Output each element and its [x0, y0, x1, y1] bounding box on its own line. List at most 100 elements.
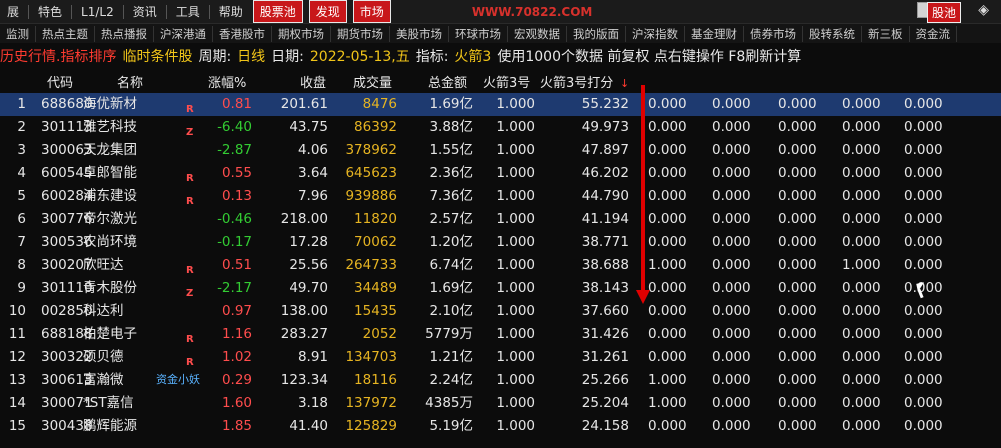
market-tab[interactable]: 沪深港通: [154, 25, 213, 42]
red-arrow-annotation: [641, 85, 645, 299]
extra-column-value: 0.000: [712, 211, 751, 227]
rocket3-score: 55.232: [581, 96, 629, 112]
market-tab[interactable]: 沪深指数: [626, 25, 685, 42]
layers-icon[interactable]: ◈: [978, 2, 989, 18]
table-row[interactable]: 1 688680 海优新材 R 0.81 201.61 8476 1.69亿 1.000 55.2…: [0, 93, 1001, 116]
row-index: 7: [17, 234, 26, 250]
market-tab[interactable]: 美股市场: [390, 25, 449, 42]
table-row[interactable]: 13 300613 富瀚微 0.29 123.34 18116 2.24亿 1.000 25.2…: [0, 369, 1001, 392]
table-row[interactable]: 5 600284 浦东建设 R 0.13 7.96 939886 7.36亿 1.000 44.7…: [0, 185, 1001, 208]
extra-column-value: 0.000: [842, 372, 881, 388]
menu-item[interactable]: 工具: [169, 3, 207, 20]
table-row[interactable]: 6 300776 帝尔激光 -0.46 218.00 11820 2.57亿 1.000 41.…: [0, 208, 1001, 231]
market-tab[interactable]: 股转系统: [803, 25, 862, 42]
row-index: 11: [8, 326, 26, 342]
extra-column-value: 0.000: [904, 96, 943, 112]
extra-column-value: 0.000: [842, 188, 881, 204]
indicator-value[interactable]: 火箭3: [454, 46, 491, 66]
close-price: 41.40: [289, 418, 328, 434]
market-tab[interactable]: 期权市场: [272, 25, 331, 42]
extra-column-value: 0.000: [778, 165, 817, 181]
menu-red-button[interactable]: 市场: [352, 0, 391, 23]
market-tab[interactable]: 基金理财: [685, 25, 744, 42]
table-row[interactable]: 7 300536 农尚环境 -0.17 17.28 70062 1.20亿 1.000 38.7…: [0, 231, 1001, 254]
table-row[interactable]: 10 002850 科达利 0.97 138.00 15435 2.10亿 1.000 37.6…: [0, 300, 1001, 323]
menu-item[interactable]: 展: [0, 3, 26, 20]
red-arrow-head: [636, 290, 650, 304]
menu-red-button[interactable]: 股票池: [252, 0, 303, 23]
usage-note: 使用1000个数据 前复权 点右键操作 F8刷新计算: [497, 49, 802, 65]
market-tab[interactable]: 监测: [0, 25, 36, 42]
header-close[interactable]: 收盘: [300, 72, 326, 91]
header-name[interactable]: 名称: [117, 72, 143, 91]
sort-desc-icon[interactable]: ↓: [620, 77, 629, 90]
temp-condition-label[interactable]: 临时条件股: [122, 46, 192, 66]
table-row[interactable]: 3 300063 天龙集团 -2.87 4.06 378962 1.55亿 1.000 47.8…: [0, 139, 1001, 162]
stock-name: 浦东建设: [83, 188, 137, 204]
menu-item[interactable]: 帮助: [212, 3, 250, 20]
rocket3-value: 1.000: [496, 211, 535, 227]
table-row[interactable]: 14 300071 *ST嘉信 1.60 3.18 137972 4385万 1.000 25.…: [0, 392, 1001, 415]
row-index: 10: [8, 303, 26, 319]
row-index: 3: [17, 142, 26, 158]
date-value[interactable]: 2022-05-13,五: [310, 46, 410, 66]
table-row[interactable]: 4 600545 卓郎智能 R 0.55 3.64 645623 2.36亿 1.000 46.2…: [0, 162, 1001, 185]
market-tab[interactable]: 宏观数据: [508, 25, 567, 42]
market-tab[interactable]: 我的版面: [567, 25, 626, 42]
extra-column-value: 0.000: [778, 303, 817, 319]
row-index: 9: [17, 280, 26, 296]
stock-name: 雅艺科技: [83, 119, 137, 135]
rocket3-value: 1.000: [496, 326, 535, 342]
market-tab[interactable]: 新三板: [862, 25, 910, 42]
menu-red-button[interactable]: 发现: [308, 0, 347, 23]
extra-column-value: 0.000: [904, 418, 943, 434]
volume: 939886: [345, 188, 397, 204]
total-amount: 5779万: [425, 326, 473, 342]
market-tab[interactable]: 环球市场: [449, 25, 508, 42]
market-tab[interactable]: 期货市场: [331, 25, 390, 42]
table-row[interactable]: 8 300207 欣旺达 R 0.51 25.56 264733 6.74亿 1.000 38.6…: [0, 254, 1001, 277]
extra-column-value: 0.000: [712, 326, 751, 342]
menu-item[interactable]: L1/L2: [74, 5, 121, 19]
extra-column-value: 0.000: [712, 96, 751, 112]
header-code[interactable]: 代码: [47, 72, 73, 91]
period-value[interactable]: 日线: [237, 46, 265, 66]
extra-column-value: 0.000: [712, 303, 751, 319]
stock-name: 青木股份: [83, 280, 137, 296]
header-rocket3-score[interactable]: 火箭3号打分: [540, 72, 613, 91]
extra-column-value: 0.000: [778, 142, 817, 158]
market-tab[interactable]: 香港股市: [213, 25, 272, 42]
total-amount: 2.36亿: [429, 165, 473, 181]
header-volume[interactable]: 成交量: [353, 72, 392, 91]
header-amount[interactable]: 总金额: [428, 72, 467, 91]
table-row[interactable]: 2 301113 雅艺科技 Z -6.40 43.75 86392 3.88亿 1.000 49.…: [0, 116, 1001, 139]
market-tab[interactable]: 资金流: [910, 25, 957, 42]
history-ranking-label[interactable]: 历史行情.指标排序: [0, 46, 116, 66]
menu-item[interactable]: 特色: [31, 3, 69, 20]
close-price: 49.70: [289, 280, 328, 296]
volume: 137972: [345, 395, 397, 411]
table-row[interactable]: 15 300438 鹏辉能源 1.85 41.40 125829 5.19亿 1.000 24.…: [0, 415, 1001, 438]
rocket3-score: 44.790: [581, 188, 629, 204]
extra-column-value: 0.000: [778, 349, 817, 365]
volume: 8476: [362, 96, 397, 112]
extra-column-value: 0.000: [778, 372, 817, 388]
header-rocket3[interactable]: 火箭3号: [483, 72, 530, 91]
extra-column-value: 0.000: [648, 326, 687, 342]
rocket3-value: 1.000: [496, 372, 535, 388]
extra-column-value: 1.000: [648, 372, 687, 388]
header-change[interactable]: 涨幅%: [208, 72, 246, 91]
table-row[interactable]: 9 301110 青木股份 Z -2.17 49.70 34489 1.69亿 1.000 38.…: [0, 277, 1001, 300]
market-tab-bar: 监测 热点主题 热点播报 沪深港通 香港股市 期权市场 期货市场 美股市场 环球市场 宏观数据 我的…: [0, 24, 1001, 43]
stock-pool-button[interactable]: 股池: [926, 2, 961, 23]
table-row[interactable]: 12 300322 硕贝德 R 1.02 8.91 134703 1.21亿 1.000 31.2…: [0, 346, 1001, 369]
row-index: 2: [17, 119, 26, 135]
change-percent: 1.16: [221, 326, 252, 342]
market-tab[interactable]: 热点主题: [36, 25, 95, 42]
info-bar: 历史行情.指标排序 临时条件股 周期: 日线 日期: 2022-05-13,五 …: [0, 44, 1001, 68]
menu-item[interactable]: 资讯: [126, 3, 164, 20]
market-tab[interactable]: 热点播报: [95, 25, 154, 42]
market-tab[interactable]: 债券市场: [744, 25, 803, 42]
close-price: 25.56: [289, 257, 328, 273]
table-row[interactable]: 11 688188 柏楚电子 R 1.16 283.27 2052 5779万 1.000 31.…: [0, 323, 1001, 346]
